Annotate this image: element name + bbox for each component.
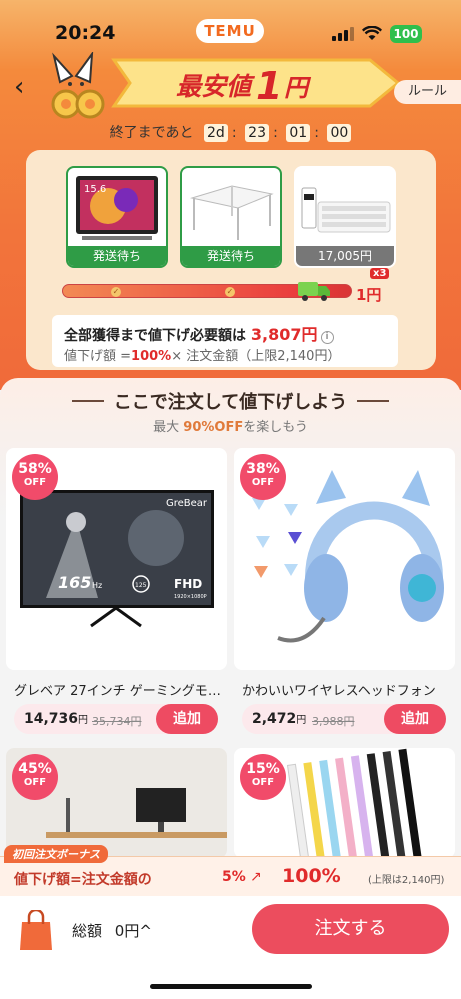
signal-icon: [332, 27, 354, 41]
progress-item-tag: 発送待ち: [68, 246, 166, 266]
price-bar: 14,736円 35,734円 追加: [14, 704, 218, 734]
banner-title-main: 最安値: [176, 72, 256, 101]
checkout-footer: 総額 0円^ 注文する: [0, 896, 461, 999]
section-subtitle: 最大 90%OFFを楽しもう: [153, 420, 308, 435]
progress-item-desk[interactable]: 発送待ち: [180, 166, 282, 268]
original-price: 3,988円: [312, 715, 355, 728]
status-bar: 20:24 TEMU 100: [0, 0, 461, 52]
promo-banner: 最安値 1 円: [111, 58, 401, 108]
bonus-text: 値下げ額=注文金額の: [14, 872, 152, 888]
required-amount: 3,807円: [250, 325, 318, 344]
discount-info-box: 全部獲得まで値下げ必要額は 3,807円 i 値下げ額 =100%× 注文金額（上…: [52, 315, 398, 367]
keyboard-image: [301, 187, 391, 233]
discount-badge: 38% OFF: [240, 454, 286, 500]
bonus-from: 5%: [222, 869, 246, 885]
product-card-pens[interactable]: 15% OFF: [234, 748, 455, 858]
product-price: 14,736円: [24, 711, 89, 727]
shopping-bag-icon[interactable]: [16, 910, 56, 952]
check-icon: ✓: [225, 287, 235, 297]
product-price: 2,472円: [252, 711, 307, 727]
countdown-days: 2d: [203, 124, 228, 142]
multiplier-badge: x3: [370, 268, 390, 279]
place-order-button[interactable]: 注文する: [252, 904, 449, 954]
info-icon[interactable]: i: [320, 331, 334, 344]
back-button[interactable]: ‹: [14, 74, 24, 100]
wifi-icon: [362, 26, 382, 40]
total-label: 総額: [72, 922, 103, 940]
status-time: 20:24: [55, 22, 116, 44]
product-card-monitor[interactable]: 58% OFF GreBear 165 Hz 125 FHD 1920×1080P: [6, 448, 227, 670]
discount-badge: 45% OFF: [12, 754, 58, 800]
bonus-label: 初回注文ボーナス: [4, 845, 108, 863]
fhd-label: FHD: [174, 577, 202, 591]
progress-card: 15.6 発送待ち 発送待ち 17,005円 ✓ ✓ x3 1円 全部獲得まで値…: [26, 150, 436, 370]
up-arrow-icon: ↗: [250, 869, 262, 885]
product-title[interactable]: かわいいワイヤレスヘッドフォン: [242, 680, 458, 699]
countdown-minutes: 01: [286, 124, 311, 142]
discount-badge: 15% OFF: [240, 754, 286, 800]
temu-logo: TEMU: [196, 19, 264, 43]
original-price: 35,734円: [92, 715, 142, 728]
info-line-1: 全部獲得まで値下げ必要額は 3,807円 i: [64, 321, 334, 345]
countdown: 終了まであと 2d: 23: 01: 00: [0, 122, 461, 142]
progress-item-monitor[interactable]: 15.6 発送待ち: [66, 166, 168, 268]
rule-button[interactable]: ルール: [394, 80, 461, 104]
resolution-label: 1920×1080P: [174, 594, 207, 600]
monitor-brand: GreBear: [166, 498, 208, 509]
delivery-truck-icon: [298, 282, 330, 301]
add-to-cart-button[interactable]: 追加: [384, 704, 446, 734]
l-desk-image: [190, 185, 274, 240]
product-title[interactable]: グレベア 27インチ ゲーミングモニター: [14, 680, 230, 699]
product-card-headphones[interactable]: 38% OFF: [234, 448, 455, 670]
cart-total[interactable]: 総額 0円^: [72, 920, 152, 941]
countdown-hours: 23: [245, 124, 270, 142]
product-card-desk[interactable]: 45% OFF: [6, 748, 227, 858]
refresh-rate-unit: Hz: [92, 581, 102, 590]
monitor-response: 125: [135, 582, 147, 589]
check-icon: ✓: [111, 287, 121, 297]
chevron-up-icon: ^: [139, 922, 152, 940]
price-bar: 2,472円 3,988円 追加: [242, 704, 446, 734]
progress-item-keyboard[interactable]: 17,005円: [294, 166, 396, 268]
target-price: 1円: [356, 286, 382, 304]
first-order-bonus-bar[interactable]: 初回注文ボーナス 値下げ額=注文金額の 5% ↗ 100% (上限は2,140円…: [0, 845, 461, 896]
bonus-to: 100%: [282, 865, 341, 887]
countdown-seconds: 00: [327, 124, 352, 142]
info-line-2: 値下げ額 =100%× 注文金額（上限2,140円）: [64, 349, 341, 364]
bonus-cap: (上限は2,140円): [368, 875, 445, 886]
banner-title-number: 1: [256, 64, 282, 108]
home-indicator: [150, 984, 312, 989]
countdown-label: 終了まであと: [109, 125, 194, 141]
portable-monitor-image: 15.6: [76, 176, 158, 240]
total-value: 0円: [114, 922, 140, 940]
mascot-icon: [51, 52, 105, 119]
discount-badge: 58% OFF: [12, 454, 58, 500]
monitor-size-label: 15.6: [84, 184, 106, 195]
add-to-cart-button[interactable]: 追加: [156, 704, 218, 734]
progress-item-price: 17,005円: [296, 246, 394, 266]
refresh-rate: 165: [58, 573, 91, 592]
battery-icon: 100: [390, 25, 422, 43]
banner-title-yen: 円: [284, 74, 312, 102]
section-title: ここで注文して値下げしよう: [0, 388, 461, 414]
progress-item-tag: 発送待ち: [182, 246, 280, 266]
